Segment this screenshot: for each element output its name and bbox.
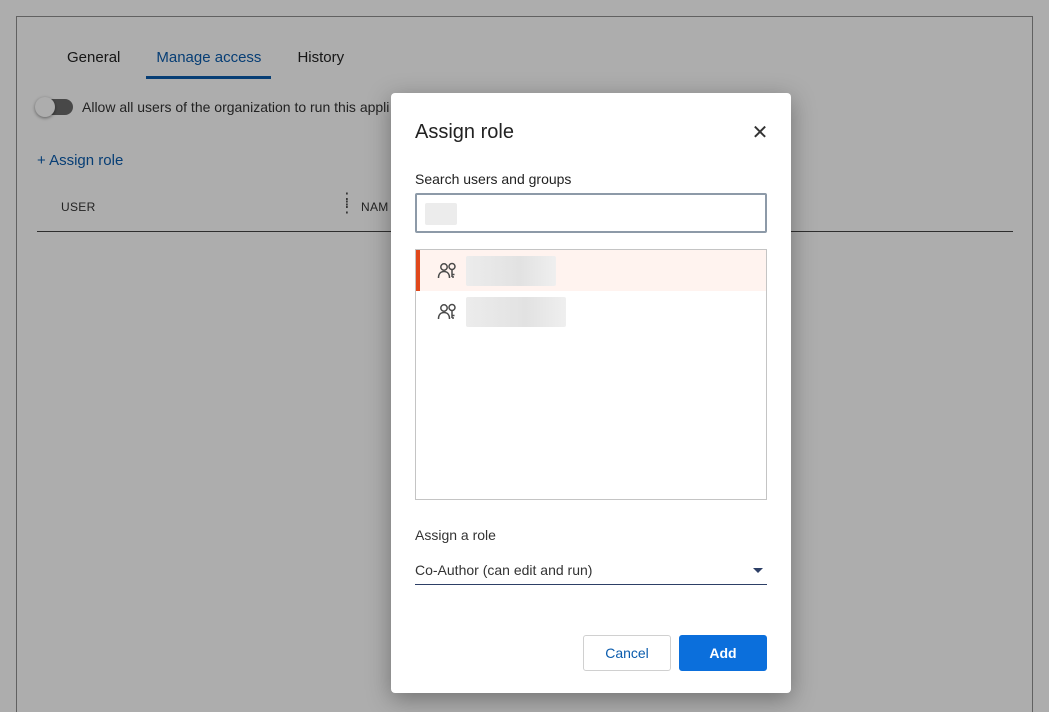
assign-role-dialog: Assign role ✕ Search users and groups As… (391, 93, 791, 693)
assign-role-label: Assign a role (415, 527, 496, 543)
add-button[interactable]: Add (679, 635, 767, 671)
group-icon (437, 303, 456, 319)
search-label: Search users and groups (415, 171, 572, 187)
group-icon (437, 262, 456, 278)
dialog-title: Assign role (415, 121, 514, 143)
search-users-input[interactable] (415, 193, 767, 233)
cancel-button[interactable]: Cancel (583, 635, 671, 671)
list-item[interactable] (416, 291, 766, 332)
role-dropdown-value: Co-Author (can edit and run) (415, 562, 593, 578)
search-input-redacted-text (425, 203, 457, 225)
redacted-name (466, 255, 556, 286)
redacted-name (466, 296, 566, 327)
search-results-list[interactable] (415, 249, 767, 500)
caret-down-icon (753, 568, 763, 573)
list-item[interactable] (416, 250, 766, 291)
role-dropdown[interactable]: Co-Author (can edit and run) (415, 555, 767, 585)
close-icon[interactable]: ✕ (749, 123, 771, 145)
